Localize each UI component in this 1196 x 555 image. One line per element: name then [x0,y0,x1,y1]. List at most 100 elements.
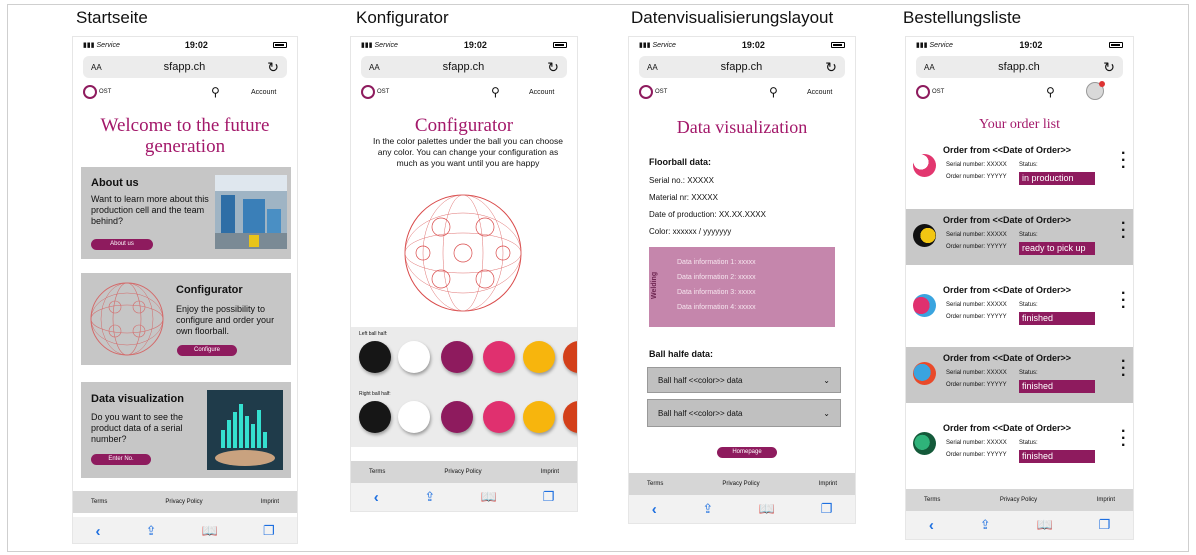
reload-icon[interactable]: ↻ [1103,59,1115,76]
order-item[interactable]: Order from <<Date of Order>> Serial numb… [906,417,1133,473]
text-size-button[interactable]: AA [369,63,380,72]
back-icon[interactable]: ‹ [374,489,379,506]
ost-logo[interactable]: OST [639,85,667,99]
share-icon[interactable]: ⇪ [980,517,991,533]
reload-icon[interactable]: ↻ [825,59,837,76]
text-size-button[interactable]: AA [924,63,935,72]
serial-number: Serial number: XXXXX [946,232,1007,238]
account-link[interactable]: Account [251,89,276,96]
ost-logo[interactable]: OST [916,85,944,99]
more-options-icon[interactable]: · · · [1121,354,1126,384]
order-item[interactable]: Order from <<Date of Order>> Serial numb… [906,279,1133,335]
privacy-link[interactable]: Privacy Policy [444,469,481,475]
bookmarks-icon[interactable]: 📖 [481,489,497,505]
color-swatch-purple[interactable] [441,341,473,373]
section-title-orders: Bestellungsliste [903,8,1022,27]
ost-logo[interactable]: OST [361,85,389,99]
search-icon[interactable]: ⚲ [491,85,500,99]
reload-icon[interactable]: ↻ [547,59,559,76]
imprint-link[interactable]: Imprint [1097,497,1115,503]
color-swatch-orange[interactable] [563,401,577,433]
terms-link[interactable]: Terms [91,499,107,505]
terms-link[interactable]: Terms [924,497,940,503]
share-icon[interactable]: ⇪ [146,523,157,539]
ball-half-accordion-2[interactable]: Ball half <<color>> data ⌄ [647,399,841,427]
welding-row: Data information 1: xxxxx [677,259,756,266]
url-bar[interactable]: AA sfapp.ch ↻ [83,56,287,78]
tabs-icon[interactable]: ❐ [821,501,833,517]
tabs-icon[interactable]: ❐ [263,523,275,539]
order-title: Order from <<Date of Order>> [943,215,1072,225]
color-swatch-yellow[interactable] [523,401,555,433]
ball-half-heading: Ball halfe data: [649,349,714,359]
browser-toolbar: ‹ ⇪ 📖 ❐ [629,495,855,523]
reload-icon[interactable]: ↻ [267,59,279,76]
floorball-3d-preview[interactable] [401,191,525,315]
tabs-icon[interactable]: ❐ [543,489,555,505]
bookmarks-icon[interactable]: 📖 [202,523,218,539]
account-link[interactable]: Account [807,89,832,96]
search-icon[interactable]: ⚲ [1046,85,1055,99]
welding-row: Data information 4: xxxxx [677,304,756,311]
phone-dataviz: ▮▮▮ Service 19:02 AA sfapp.ch ↻ OST ⚲ Ac… [628,36,856,524]
homepage-button[interactable]: Homepage [717,447,777,458]
more-options-icon[interactable]: · · · [1121,216,1126,246]
site-footer: Terms Privacy Policy Imprint [906,489,1133,511]
order-title: Order from <<Date of Order>> [943,145,1072,155]
configure-button[interactable]: Configure [177,345,237,356]
terms-link[interactable]: Terms [369,469,385,475]
url-bar[interactable]: AA sfapp.ch ↻ [361,56,567,78]
text-size-button[interactable]: AA [647,63,658,72]
url-bar[interactable]: AA sfapp.ch ↻ [916,56,1123,78]
privacy-link[interactable]: Privacy Policy [1000,497,1037,503]
text-size-button[interactable]: AA [91,63,102,72]
order-item[interactable]: Order from <<Date of Order>> Serial numb… [906,347,1133,403]
more-options-icon[interactable]: · · · [1121,146,1126,176]
battery-icon [272,42,287,48]
color-swatch-white[interactable] [398,341,430,373]
about-us-button[interactable]: About us [91,239,153,250]
color-swatch-black[interactable] [359,401,391,433]
imprint-link[interactable]: Imprint [819,481,837,487]
page-title: Your order list [978,117,1061,132]
back-icon[interactable]: ‹ [96,523,101,540]
privacy-link[interactable]: Privacy Policy [722,481,759,487]
color-swatch-black[interactable] [359,341,391,373]
search-icon[interactable]: ⚲ [769,85,778,99]
imprint-link[interactable]: Imprint [541,469,559,475]
configurator-text: Enjoy the possibility to configure and o… [176,304,275,336]
more-options-icon[interactable]: · · · [1121,424,1126,454]
more-options-icon[interactable]: · · · [1121,286,1126,316]
share-icon[interactable]: ⇪ [702,501,713,517]
tabs-icon[interactable]: ❐ [1098,517,1110,533]
logo-ring-icon [361,85,375,99]
status-bar: ▮▮▮ Service 19:02 [73,37,297,53]
back-icon[interactable]: ‹ [652,501,657,518]
ball-half-accordion-1[interactable]: Ball half <<color>> data ⌄ [647,367,841,393]
imprint-link[interactable]: Imprint [261,499,279,505]
account-link[interactable]: Account [529,89,554,96]
right-half-palette: Right ball half: [351,387,577,447]
enter-no-button[interactable]: Enter No. [91,454,151,465]
bookmarks-icon[interactable]: 📖 [1036,517,1052,533]
color-swatch-yellow[interactable] [523,341,555,373]
order-item[interactable]: Order from <<Date of Order>> Serial numb… [906,209,1133,265]
color-swatch-purple[interactable] [441,401,473,433]
share-icon[interactable]: ⇪ [424,489,435,505]
terms-link[interactable]: Terms [647,481,663,487]
back-icon[interactable]: ‹ [929,517,934,534]
bookmarks-icon[interactable]: 📖 [759,501,775,517]
search-icon[interactable]: ⚲ [211,85,220,99]
dataviz-heading: Data visualization [91,393,184,405]
color-swatch-white[interactable] [398,401,430,433]
url-bar[interactable]: AA sfapp.ch ↻ [639,56,845,78]
user-account-icon[interactable] [1086,81,1105,100]
color-swatch-orange[interactable] [563,341,577,373]
status-badge: in production [1019,172,1095,185]
privacy-link[interactable]: Privacy Policy [165,499,202,505]
color-value: Color: xxxxxx / yyyyyyy [649,227,732,236]
color-swatch-pink[interactable] [483,401,515,433]
color-swatch-pink[interactable] [483,341,515,373]
order-item[interactable]: Order from <<Date of Order>> Serial numb… [906,139,1133,195]
ost-logo[interactable]: OST [83,85,111,99]
